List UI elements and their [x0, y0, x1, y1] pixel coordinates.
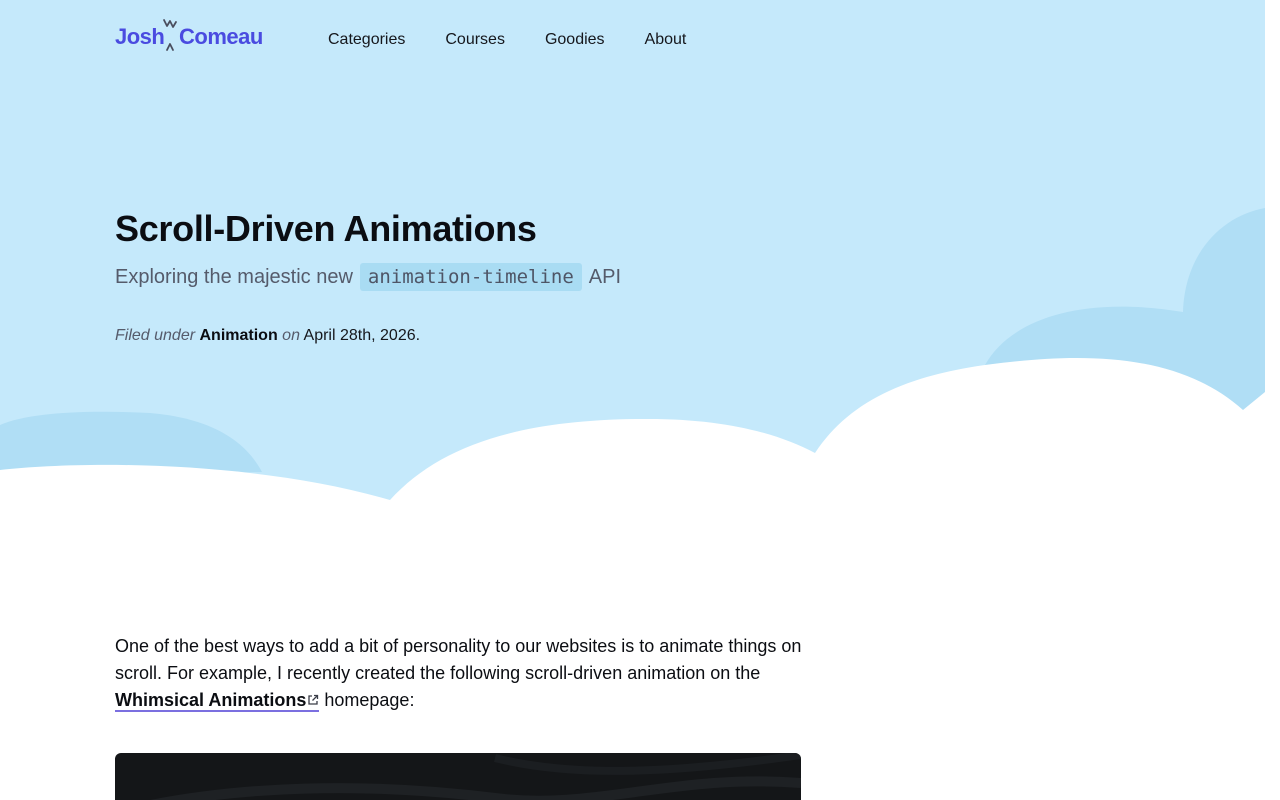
- intro-text-before: One of the best ways to add a bit of per…: [115, 636, 802, 683]
- filed-under-label: Filed under: [115, 327, 196, 344]
- scrollbar-track[interactable]: [1265, 0, 1280, 800]
- link-label: Whimsical Animations: [115, 690, 307, 710]
- subtitle-text-before: Exploring the majestic new: [115, 265, 353, 288]
- cloud-illustration: [0, 208, 1265, 520]
- on-label: on: [282, 327, 300, 344]
- site-logo[interactable]: Josh Comeau: [115, 19, 275, 58]
- subtitle-code: animation-timeline: [359, 263, 582, 291]
- post-date: April 28th, 2026.: [303, 327, 421, 344]
- nav-courses[interactable]: Courses: [445, 30, 505, 50]
- nav-goodies[interactable]: Goodies: [545, 30, 605, 50]
- hero-banner: Josh Comeau Categories Courses Goodies A…: [0, 0, 1265, 520]
- post-meta: Filed under Animation on April 28th, 202…: [115, 327, 420, 345]
- intro-text-after: homepage:: [319, 690, 415, 710]
- category-link[interactable]: Animation: [200, 327, 278, 344]
- page: Josh Comeau Categories Courses Goodies A…: [0, 0, 1280, 800]
- post-title: Scroll-Driven Animations: [115, 208, 537, 249]
- external-link-icon: [308, 694, 319, 705]
- intro-paragraph: One of the best ways to add a bit of per…: [115, 633, 805, 714]
- subtitle-text-after: API: [588, 265, 622, 288]
- logo-last-name: Comeau: [179, 24, 263, 49]
- main-nav: Categories Courses Goodies About: [328, 30, 686, 50]
- demo-wave-decoration: [150, 753, 801, 800]
- animation-demo-embed: [115, 753, 801, 800]
- nav-categories[interactable]: Categories: [328, 30, 405, 50]
- logo-spark-icon: [163, 19, 177, 51]
- nav-about[interactable]: About: [645, 30, 687, 50]
- logo-first-name: Josh: [115, 24, 165, 49]
- post-subtitle: Exploring the majestic new animation-tim…: [115, 262, 621, 292]
- whimsical-animations-link[interactable]: Whimsical Animations: [115, 690, 320, 712]
